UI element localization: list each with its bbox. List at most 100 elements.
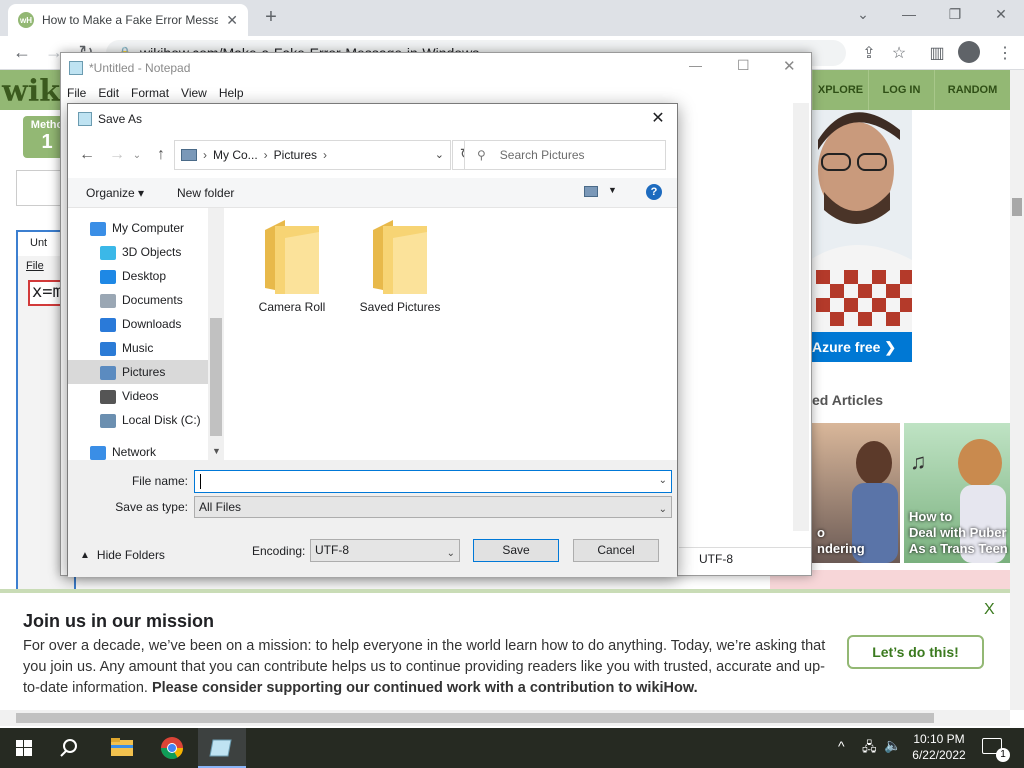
search-button[interactable] <box>48 728 96 768</box>
hide-folders-button[interactable]: ▲ Hide Folders <box>80 548 165 562</box>
chevron-down-icon[interactable]: ▼ <box>608 185 617 195</box>
chevron-down-icon[interactable]: ⌄ <box>435 148 444 161</box>
save-button[interactable]: Save <box>473 539 559 562</box>
cancel-button[interactable]: Cancel <box>573 539 659 562</box>
tree-item-3d-objects[interactable]: 3D Objects <box>68 240 208 264</box>
encoding-select[interactable]: UTF-8 ⌄ <box>310 539 460 562</box>
tree-item-videos[interactable]: Videos <box>68 384 208 408</box>
disk-icon <box>100 413 116 428</box>
tree-item-label: My Computer <box>112 221 185 235</box>
notepad-close-button[interactable]: ✕ <box>783 57 796 75</box>
tree-item-label: Music <box>122 341 154 355</box>
clock-time: 10:10 PM <box>913 732 965 746</box>
tree-item-music[interactable]: Music <box>68 336 208 360</box>
network-icon <box>90 445 106 460</box>
tab-close-icon[interactable]: ✕ <box>226 12 238 29</box>
browser-close-button[interactable]: ✕ <box>986 6 1016 23</box>
navigation-pane-scroll-thumb[interactable] <box>210 318 222 436</box>
clock[interactable]: 10:10 PM 6/22/2022 <box>900 731 978 763</box>
page-horizontal-scroll-thumb[interactable] <box>16 713 934 723</box>
file-name-input[interactable]: ⌄ <box>194 470 672 493</box>
page-vertical-scroll-thumb[interactable] <box>1012 198 1022 216</box>
file-explorer-icon[interactable] <box>98 728 146 768</box>
star-icon[interactable]: ☆ <box>888 43 910 63</box>
minimize-button[interactable]: — <box>894 6 924 22</box>
chevron-down-icon[interactable]: ⌄ <box>659 475 667 486</box>
network-icon[interactable]: 🖧 <box>862 738 877 760</box>
forward-icon[interactable]: → <box>106 146 128 164</box>
wikihow-logo[interactable]: wik <box>2 74 60 109</box>
address-breadcrumb[interactable]: › My Co... › Pictures › ⌄ <box>174 140 451 170</box>
tree-item-label: Videos <box>122 389 159 403</box>
sidebar-icon[interactable]: ▥ <box>926 43 948 63</box>
dialog-navigation: ← → ⌄ ↑ › My Co... › Pictures › ⌄ ↻ ⚲ Se… <box>68 134 677 178</box>
menu-icon[interactable]: ⋮ <box>994 43 1016 63</box>
scroll-down-icon[interactable]: ▼ <box>212 446 221 456</box>
menu-edit[interactable]: Edit <box>98 86 119 100</box>
chrome-icon[interactable] <box>148 728 196 768</box>
help-icon[interactable]: ? <box>646 184 662 200</box>
ad-cta[interactable]: Azure free ❯ <box>810 332 912 362</box>
contribute-button[interactable]: Let’s do this! <box>847 635 984 669</box>
nav-login[interactable]: LOG IN <box>868 70 934 110</box>
save-as-type-select[interactable]: All Files ⌄ <box>194 496 672 518</box>
video-icon <box>100 389 116 404</box>
tree-item-desktop[interactable]: Desktop <box>68 264 208 288</box>
restore-button[interactable]: ❐ <box>940 6 970 23</box>
related-card[interactable]: o ndering <box>812 423 900 563</box>
back-icon[interactable]: ← <box>76 146 98 164</box>
menu-format[interactable]: Format <box>131 86 169 100</box>
tree-item-downloads[interactable]: Downloads <box>68 312 208 336</box>
azure-ad[interactable]: Azure free ❯ <box>810 110 912 362</box>
tree-item-pictures[interactable]: Pictures <box>68 360 208 384</box>
menu-view[interactable]: View <box>181 86 207 100</box>
nav-random[interactable]: RANDOM <box>934 70 1010 110</box>
menu-help[interactable]: Help <box>219 86 244 100</box>
notepad-taskbar-icon[interactable] <box>198 728 246 768</box>
recent-locations-icon[interactable]: ⌄ <box>126 150 148 161</box>
breadcrumb-separator-icon: › <box>323 148 328 162</box>
search-box[interactable]: ⚲ Search Pictures <box>464 140 666 170</box>
back-icon[interactable]: ← <box>10 42 34 63</box>
folder-item[interactable]: Saved Pictures <box>350 218 450 314</box>
notepad-encoding-status: UTF-8 <box>679 547 811 569</box>
chevron-down-icon[interactable]: ⌄ <box>447 543 455 564</box>
tree-item-label: Local Disk (C:) <box>122 413 201 427</box>
banner-close-button[interactable]: X <box>984 601 995 619</box>
tree-item-documents[interactable]: Documents <box>68 288 208 312</box>
tree-item-label: 3D Objects <box>122 245 182 259</box>
organize-button[interactable]: Organize ▾ <box>86 186 144 200</box>
dialog-title: Save As <box>98 112 143 126</box>
new-tab-button[interactable]: + <box>260 6 282 29</box>
browser-tab[interactable]: wH How to Make a Fake Error Message ✕ <box>8 4 248 36</box>
dialog-close-button[interactable]: ✕ <box>644 108 672 130</box>
chevron-down-icon[interactable]: ⌄ <box>659 500 667 520</box>
nav-explore[interactable]: XPLORE <box>812 70 868 110</box>
related-card-caption: o ndering <box>817 525 865 556</box>
notepad-minimize-button[interactable]: — <box>689 58 702 73</box>
related-card[interactable]: ♫ How to Deal with Puber As a Trans Teen <box>904 423 1010 563</box>
save-as-type-label: Save as type: <box>115 500 188 514</box>
save-as-dialog[interactable]: Save As ✕ ← → ⌄ ↑ › My Co... › Pictures … <box>67 103 678 577</box>
share-icon[interactable]: ⇪ <box>858 43 880 63</box>
folder-item[interactable]: Camera Roll <box>242 218 342 314</box>
volume-icon[interactable]: 🔈 <box>884 737 901 754</box>
tree-item-local-disk-c[interactable]: Local Disk (C:) <box>68 408 208 432</box>
breadcrumb-my-computer[interactable]: My Co... <box>213 148 258 162</box>
view-options-icon[interactable] <box>584 186 598 197</box>
chevron-up-icon[interactable]: ^ <box>838 738 845 754</box>
menu-file[interactable]: File <box>67 86 86 100</box>
new-folder-button[interactable]: New folder <box>177 186 234 200</box>
page-vertical-scrollbar[interactable] <box>1010 70 1024 710</box>
breadcrumb-pictures[interactable]: Pictures <box>274 148 317 162</box>
notepad-scrollbar[interactable] <box>793 103 809 531</box>
notepad-maximize-button[interactable]: ☐ <box>737 57 750 74</box>
profile-icon[interactable] <box>958 41 980 63</box>
clock-date: 6/22/2022 <box>912 748 966 762</box>
file-name-label: File name: <box>131 474 188 488</box>
tab-search-icon[interactable]: ⌄ <box>848 6 878 23</box>
up-icon[interactable]: ↑ <box>150 146 172 164</box>
tree-item-my-computer[interactable]: My Computer <box>68 216 208 240</box>
start-button[interactable] <box>0 728 48 768</box>
file-list: Camera Roll Saved Pictures <box>224 208 677 460</box>
